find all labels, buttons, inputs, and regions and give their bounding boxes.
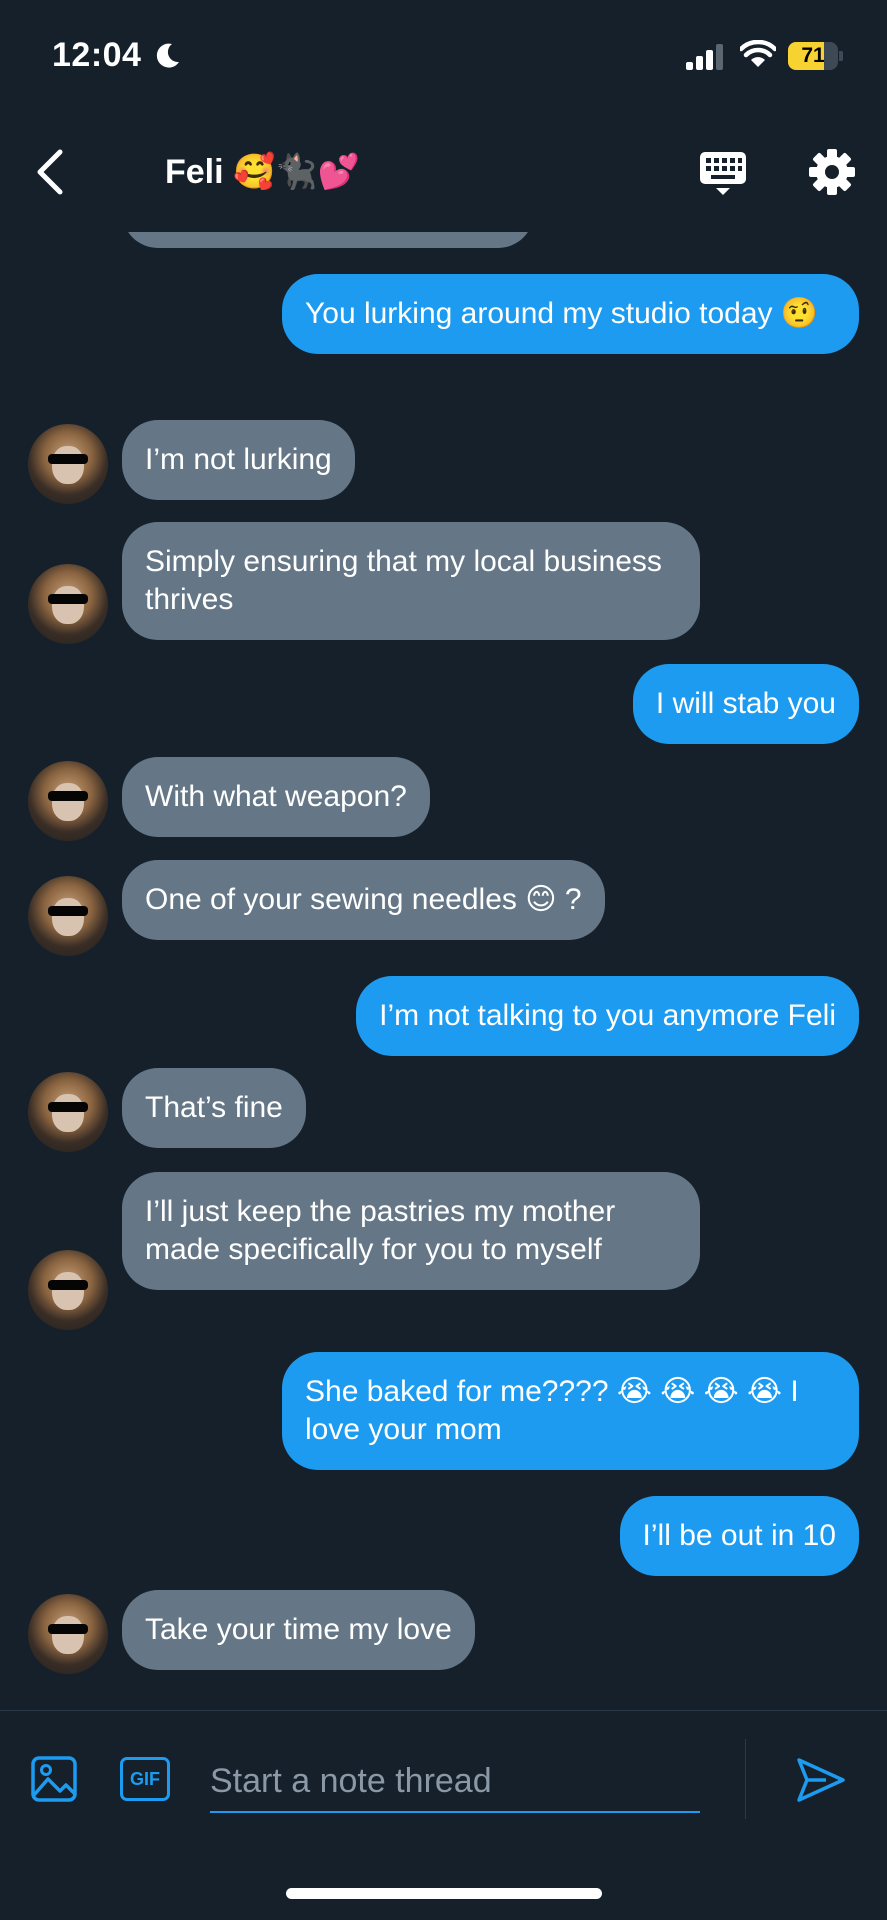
status-time: 12:04: [52, 36, 142, 74]
note-input[interactable]: [210, 1751, 700, 1813]
back-button[interactable]: [28, 146, 74, 198]
message-row: I will stab you: [0, 664, 887, 748]
image-icon[interactable]: [30, 1755, 78, 1803]
message-bubble-incoming[interactable]: Simply ensuring that my local business t…: [122, 522, 700, 640]
message-row: With what weapon?: [0, 757, 887, 841]
message-row: Take your time my love: [0, 1590, 887, 1674]
message-bubble-outgoing[interactable]: I will stab you: [632, 664, 859, 744]
message-bubble-incoming[interactable]: Take your time my love: [122, 1590, 475, 1670]
message-bubble-outgoing[interactable]: She baked for me???? 😭 😭 😭 😭 I love your…: [282, 1352, 859, 1470]
message-bubble-incoming[interactable]: With what weapon?: [122, 757, 430, 837]
signal-icon: [686, 44, 723, 70]
message-row: Simply ensuring that my local business t…: [0, 522, 887, 644]
message-row: One of your sewing needles 😊 ?: [0, 860, 887, 958]
wifi-icon: [740, 40, 776, 67]
status-bar: 12:04 71: [0, 0, 887, 110]
send-icon[interactable]: [796, 1757, 846, 1803]
message-row: I’ll just keep the pastries my mother ma…: [0, 1172, 887, 1332]
message-bubble-outgoing[interactable]: I’ll be out in 10: [619, 1496, 859, 1576]
message-bubble-incoming[interactable]: I’ll just keep the pastries my mother ma…: [122, 1172, 700, 1290]
message-bubble-incoming[interactable]: I’m not lurking: [122, 420, 355, 500]
gif-button[interactable]: GIF: [120, 1757, 170, 1801]
battery-indicator: 71: [788, 42, 843, 70]
moon-icon: [156, 43, 179, 68]
message-bubble-outgoing[interactable]: You lurking around my studio today 🤨: [282, 274, 859, 354]
message-bubble-incoming[interactable]: [122, 232, 534, 248]
message-list[interactable]: You lurking around my studio today 🤨 I’m…: [0, 232, 887, 1710]
message-row: I’m not talking to you anymore Feli: [0, 976, 887, 1060]
composer-divider: [745, 1739, 746, 1819]
message-row: I’ll be out in 10: [0, 1496, 887, 1580]
composer-bar: GIF: [0, 1710, 887, 1860]
message-bubble-outgoing[interactable]: I’m not talking to you anymore Feli: [356, 976, 859, 1056]
message-row: She baked for me???? 😭 😭 😭 😭 I love your…: [0, 1352, 887, 1488]
battery-percent: 71: [801, 44, 825, 67]
keyboard-icon[interactable]: [698, 148, 748, 198]
message-bubble-incoming[interactable]: That’s fine: [122, 1068, 306, 1148]
avatar[interactable]: [28, 1250, 108, 1330]
home-indicator[interactable]: [286, 1888, 602, 1899]
message-row: I’m not lurking: [0, 420, 887, 504]
avatar[interactable]: [28, 424, 108, 504]
avatar[interactable]: [28, 761, 108, 841]
contact-name[interactable]: Feli 🥰🐈‍⬛💕: [165, 152, 360, 192]
conversation-header: Feli 🥰🐈‍⬛💕: [0, 110, 887, 230]
message-row: That’s fine: [0, 1068, 887, 1152]
message-row: [0, 232, 887, 252]
message-row: You lurking around my studio today 🤨: [0, 274, 887, 410]
avatar[interactable]: [28, 876, 108, 956]
gear-icon[interactable]: [808, 148, 856, 196]
avatar[interactable]: [28, 1072, 108, 1152]
message-bubble-incoming[interactable]: One of your sewing needles 😊 ?: [122, 860, 605, 940]
avatar[interactable]: [28, 564, 108, 644]
avatar[interactable]: [28, 1594, 108, 1674]
